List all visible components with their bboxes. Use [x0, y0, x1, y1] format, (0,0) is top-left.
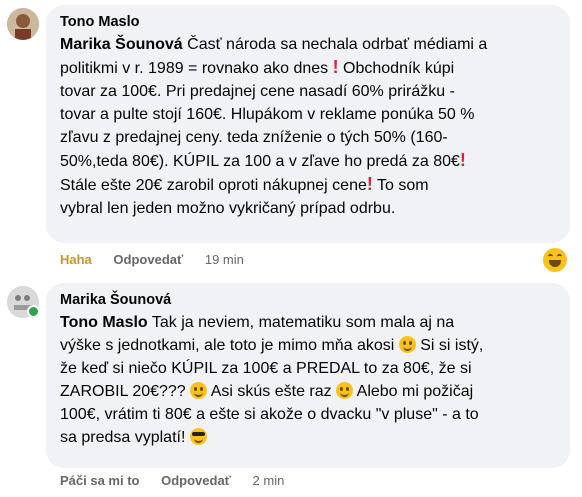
- comment-text-line: že keď si niečo KÚPIL za 100€ a PREDAL t…: [60, 360, 472, 377]
- smiling-face-icon: [398, 336, 416, 353]
- online-status-icon: [27, 305, 40, 318]
- red-exclamation-icon: !: [459, 150, 466, 170]
- text-segment: Stále ešte 20€ zarobil oproti nákupnej c…: [60, 177, 367, 194]
- text-segment: Alebo mi požičaj: [353, 383, 474, 400]
- comment-text-line: tovar za 100€. Pri predajnej cene nasadí…: [60, 83, 455, 100]
- text-segment: Si si istý,: [415, 337, 484, 354]
- comment-actions: Páči sa mi to Odpovedať 2 min: [60, 473, 302, 489]
- text-segment: 50%,teda 80€). KÚPIL za 100 a v zľave ho…: [60, 153, 460, 170]
- avatar[interactable]: [7, 8, 39, 40]
- comment-bubble: Tono Maslo Marika Šounová Časť národa sa…: [46, 5, 570, 243]
- text-segment: ZAROBIL 20€???: [60, 383, 191, 400]
- text-segment: politikmi v r. 1989 = rovnako ako dnes: [60, 60, 333, 77]
- comment-text-line: Marika Šounová Časť národa sa nechala od…: [60, 33, 558, 56]
- comment-text-line: vybral len jeden možno vykričaný prípad …: [60, 200, 396, 217]
- comment-text-line: Tono Maslo Tak ja neviem, matematiku som…: [60, 311, 558, 334]
- timestamp[interactable]: 2 min: [253, 473, 285, 489]
- comment-author[interactable]: Tono Maslo: [60, 13, 558, 31]
- laughing-face-icon[interactable]: [543, 248, 567, 272]
- smiling-face-icon: [336, 382, 354, 399]
- like-button[interactable]: Páči sa mi to: [60, 473, 139, 489]
- sunglasses-face-icon: [189, 428, 207, 445]
- comment-author[interactable]: Marika Šounová: [60, 291, 558, 309]
- reply-button[interactable]: Odpovedať: [113, 252, 183, 268]
- smiling-face-icon: [190, 382, 208, 399]
- comment-bubble: Marika Šounová Tono Maslo Tak ja neviem,…: [46, 283, 570, 468]
- comment-text-line: 50%,teda 80€). KÚPIL za 100 a v zľave ho…: [60, 149, 558, 173]
- comment-text-line: sa predsa vyplatí!: [60, 426, 558, 449]
- comment-text-line: zľavu z predajnej ceny. teda zníženie o …: [60, 129, 448, 146]
- comment-text-line: Stále ešte 20€ zarobil oproti nákupnej c…: [60, 173, 558, 197]
- reaction-button[interactable]: Haha: [60, 252, 92, 268]
- comment-text-line: ZAROBIL 20€??? Asi skús ešte raz Alebo m…: [60, 380, 558, 403]
- comment-text-line: 100€, vrátim ti 80€ a ešte si akože o dv…: [60, 406, 479, 423]
- text-segment: Obchodník kúpi: [338, 60, 455, 77]
- mention-link[interactable]: Tono Maslo: [60, 314, 148, 331]
- text-segment: Tak ja neviem, matematiku som mala aj na: [147, 314, 455, 331]
- reply-button[interactable]: Odpovedať: [161, 473, 231, 489]
- comment-actions: Haha Odpovedať 19 min: [60, 252, 262, 268]
- timestamp[interactable]: 19 min: [205, 252, 244, 268]
- text-segment: Časť národa sa nechala odrbať médiami a: [182, 36, 488, 53]
- text-segment: výške s jednotkami, ale toto je mimo mňa…: [60, 337, 399, 354]
- text-segment: sa predsa vyplatí!: [60, 429, 190, 446]
- comment-text-line: výške s jednotkami, ale toto je mimo mňa…: [60, 334, 558, 357]
- comment-text-line: politikmi v r. 1989 = rovnako ako dnes !…: [60, 56, 558, 80]
- comment-text-line: tovar a pulte stojí 160€. Hlupákom v rek…: [60, 106, 475, 123]
- mention-link[interactable]: Marika Šounová: [60, 36, 183, 53]
- avatar-photo-icon: [7, 8, 39, 40]
- text-segment: Asi skús ešte raz: [207, 383, 337, 400]
- text-segment: To som: [372, 177, 429, 194]
